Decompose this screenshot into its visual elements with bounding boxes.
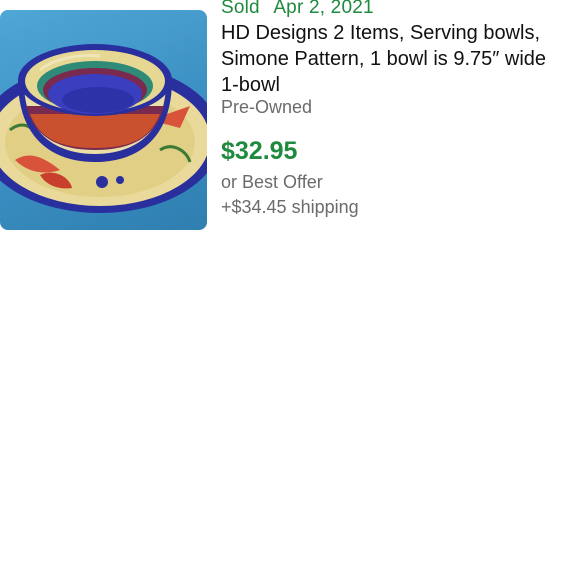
sold-label: Sold: [221, 0, 260, 18]
item-condition: Pre-Owned: [221, 97, 313, 117]
listing-thumbnail[interactable]: [0, 10, 207, 230]
listing-title-line-3[interactable]: 1-bowl: [221, 72, 280, 98]
listing-title-line-1[interactable]: HD Designs 2 Items, Serving bowls,: [221, 20, 540, 46]
sold-status: Sold Apr 2, 2021: [221, 0, 374, 19]
listing-card[interactable]: Sold Apr 2, 2021 HD Designs 2 Items, Ser…: [0, 0, 580, 232]
shipping-cost: +$34.45 shipping: [221, 197, 359, 217]
sold-date: Apr 2, 2021: [273, 0, 374, 18]
listing-title-line-2[interactable]: Simone Pattern, 1 bowl is 9.75″ wide: [221, 46, 546, 72]
best-offer-text: or Best Offer: [221, 172, 323, 192]
item-price: $32.95: [221, 137, 298, 165]
page: Sold Apr 2, 2021 HD Designs 2 Items, Ser…: [0, 0, 580, 580]
bowl-photo-icon: [0, 44, 207, 213]
